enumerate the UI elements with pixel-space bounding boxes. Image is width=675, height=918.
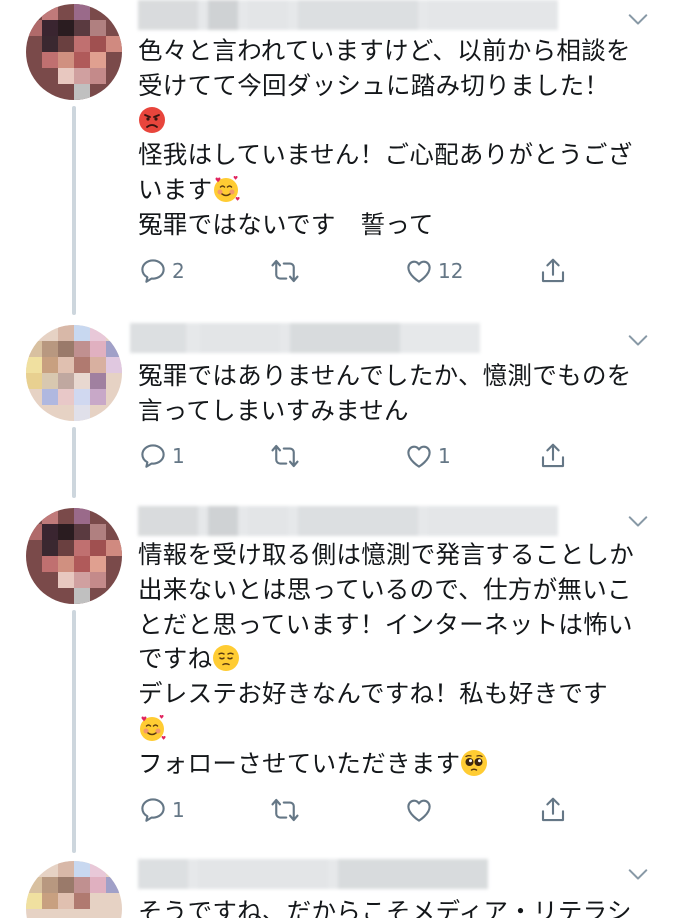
reply-button[interactable]: 2	[138, 254, 185, 288]
reply-count: 1	[172, 444, 185, 468]
thread-line	[72, 610, 76, 853]
share-button[interactable]	[538, 793, 568, 827]
tweet-text: 情報を受け取る側は憶測で発言することしか 出来ないとは思っているので、仕方が無い…	[138, 540, 634, 778]
pleading-face-emoji	[460, 749, 488, 777]
smiling-face-with-hearts-emoji	[212, 175, 240, 203]
author-name[interactable]	[138, 506, 558, 536]
smiling-face-with-hearts-emoji	[138, 714, 166, 742]
retweet-icon	[271, 798, 299, 822]
chevron-down-icon[interactable]	[627, 329, 649, 351]
retweet-icon	[271, 444, 299, 468]
author-name[interactable]	[138, 859, 488, 889]
reply-count: 2	[172, 259, 185, 283]
tweet-text: 色々と言われていますけど、以前から相談を 受けてて今回ダッシュに踏み切りました！…	[138, 36, 633, 239]
chevron-down-icon[interactable]	[627, 510, 649, 532]
reply-icon	[141, 444, 165, 468]
like-button[interactable]: 12	[404, 254, 463, 288]
heart-icon	[407, 799, 431, 822]
chevron-down-icon[interactable]	[627, 863, 649, 885]
tweet[interactable]: 色々と言われていますけど、以前から相談を 受けてて今回ダッシュに踏み切りました！…	[0, 0, 675, 315]
share-button[interactable]	[538, 254, 568, 288]
avatar[interactable]	[26, 861, 122, 918]
avatar[interactable]	[26, 325, 122, 421]
thread-line	[72, 106, 76, 315]
like-count: 1	[438, 444, 451, 468]
retweet-button[interactable]	[270, 254, 304, 288]
heart-icon	[407, 260, 431, 283]
like-button[interactable]	[404, 793, 438, 827]
chevron-down-icon[interactable]	[627, 8, 649, 30]
reply-button[interactable]: 1	[138, 793, 185, 827]
retweet-button[interactable]	[270, 793, 304, 827]
avatar[interactable]	[26, 4, 122, 100]
angry-face-emoji	[138, 106, 166, 134]
author-name[interactable]	[138, 0, 558, 30]
like-count: 12	[438, 259, 464, 283]
retweet-icon	[271, 259, 299, 283]
tweet-actions: 1 1	[138, 439, 578, 473]
tweet-text: そうですね、だからこそメディア・リテラシ	[138, 897, 632, 918]
tweet[interactable]: 情報を受け取る側は憶測で発言することしか 出来ないとは思っているので、仕方が無い…	[0, 498, 675, 853]
heart-icon	[407, 445, 431, 468]
tweet[interactable]: そうですね、だからこそメディア・リテラシ	[0, 853, 675, 918]
reply-button[interactable]: 1	[138, 439, 185, 473]
author-name[interactable]	[130, 323, 480, 353]
tweet[interactable]: 冤罪ではありませんでしたか、憶測でものを 言ってしまいすみません 1 1	[0, 315, 675, 498]
pensive-face-emoji	[212, 644, 240, 672]
like-button[interactable]: 1	[404, 439, 451, 473]
thread-line	[72, 427, 76, 498]
tweet-actions: 1	[138, 793, 578, 827]
tweet-actions: 2 12	[138, 254, 578, 288]
share-icon	[541, 443, 565, 468]
share-icon	[541, 797, 565, 822]
reply-count: 1	[172, 798, 185, 822]
retweet-button[interactable]	[270, 439, 304, 473]
avatar[interactable]	[26, 508, 122, 604]
share-icon	[541, 258, 565, 283]
share-button[interactable]	[538, 439, 568, 473]
reply-icon	[141, 798, 165, 822]
reply-icon	[141, 259, 165, 283]
tweet-text: 冤罪ではありませんでしたか、憶測でものを 言ってしまいすみません	[138, 361, 632, 425]
